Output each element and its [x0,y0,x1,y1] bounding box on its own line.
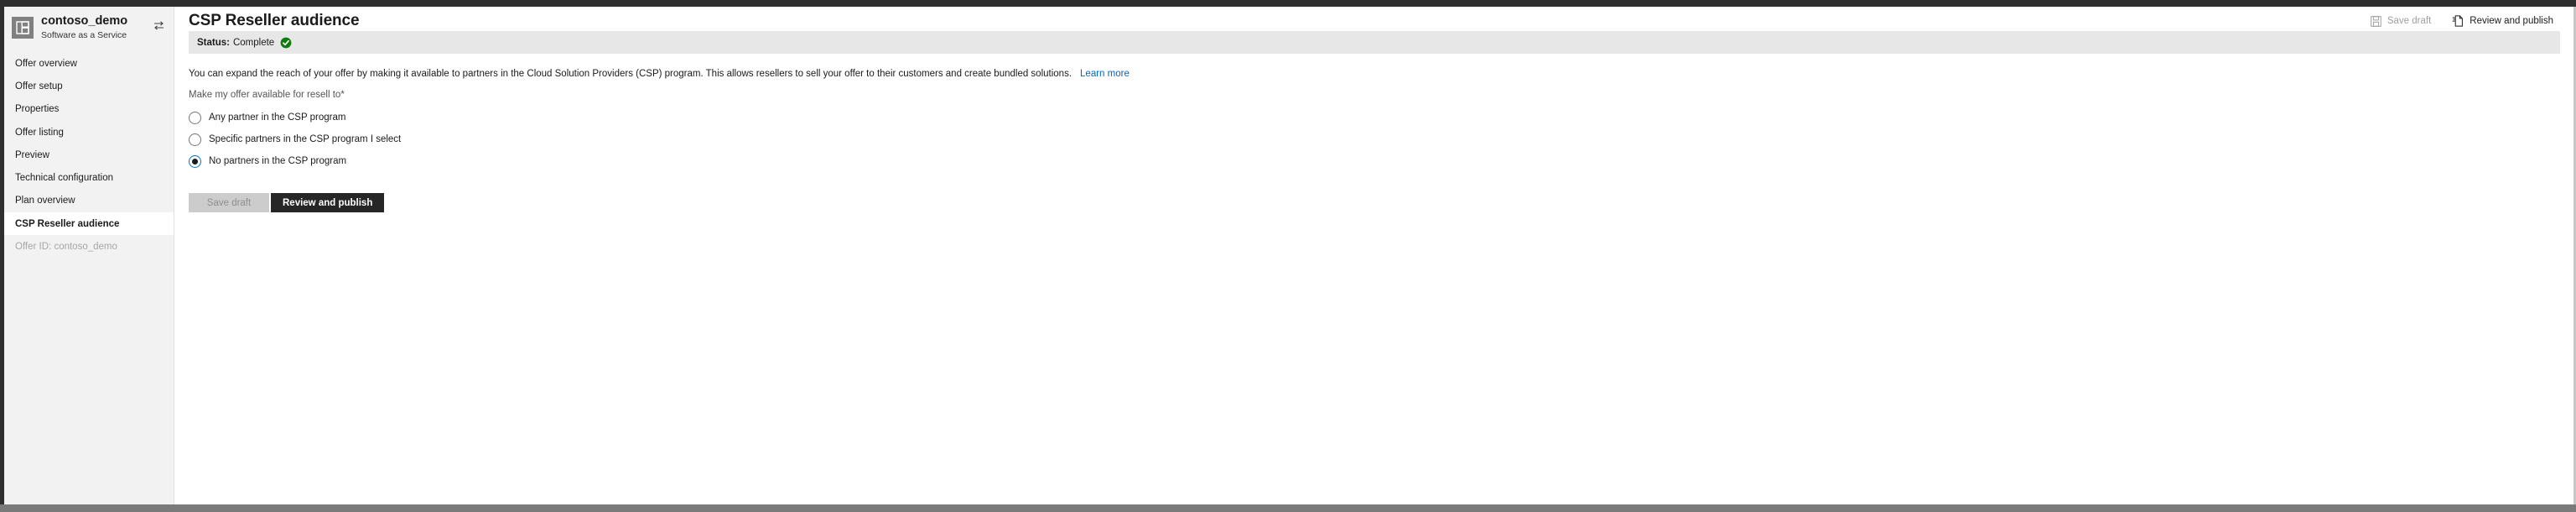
offer-meta: contoso_demo Software as a Service [41,14,153,41]
radio-any-partner[interactable]: Any partner in the CSP program [189,107,401,128]
sidebar-offer-id: Offer ID: contoso_demo [4,235,174,258]
learn-more-link[interactable]: Learn more [1080,69,1130,79]
sidebar-item-label: Offer listing [15,127,64,138]
sidebar-item-label: Properties [15,104,60,115]
footer-action-bar: Save draft Review and publish [189,193,385,212]
radio-circle-icon [189,133,201,146]
sidebar-item-label: Offer overview [15,58,77,69]
offer-sidebar: contoso_demo Software as a Service Offer… [4,7,174,504]
swap-arrows-icon[interactable] [153,20,165,31]
main-content: CSP Reseller audience Save draft Review … [175,7,2573,504]
sidebar-item-technical-configuration[interactable]: Technical configuration [4,166,174,189]
required-marker: * [340,90,345,100]
status-label: Status: [197,37,230,48]
status-bar: Status: Complete [189,31,2560,54]
sidebar-item-label: Preview [15,149,49,160]
radio-circle-icon [189,111,201,124]
resell-field-label: Make my offer available for resell to* [189,90,345,100]
header-action-bar: Save draft Review and publish [2371,15,2553,27]
sidebar-item-label: Offer setup [15,81,63,91]
save-draft-button[interactable]: Save draft [189,193,269,212]
offer-name: contoso_demo [41,14,128,28]
radio-any-partner-label: Any partner in the CSP program [209,112,346,123]
status-value: Complete [232,37,275,48]
grid-squares-icon [12,17,34,39]
description-text: You can expand the reach of your offer b… [189,69,1072,79]
offer-nav: Offer overview Offer setup Properties Of… [4,52,174,259]
radio-no-partners-label: No partners in the CSP program [209,156,347,166]
sidebar-item-label: Technical configuration [15,173,113,184]
sidebar-item-offer-listing[interactable]: Offer listing [4,121,174,144]
resell-audience-radio-group: Any partner in the CSP program Specific … [189,107,401,172]
review-and-publish-button[interactable]: Review and publish [271,193,385,212]
sidebar-item-offer-overview[interactable]: Offer overview [4,52,174,75]
sidebar-item-offer-setup[interactable]: Offer setup [4,75,174,97]
sidebar-item-label: Plan overview [15,196,75,206]
radio-specific-partners-label: Specific partners in the CSP program I s… [209,134,402,144]
marketplace-offer-page: contoso_demo Software as a Service Offer… [0,0,2576,512]
publish-page-icon [2452,15,2464,27]
radio-no-partners[interactable]: No partners in the CSP program [189,150,401,172]
offer-header: contoso_demo Software as a Service [4,7,174,50]
description-paragraph: You can expand the reach of your offer b… [189,68,1130,81]
green-check-circle-icon [280,37,292,49]
horizontal-scrollbar-thumb[interactable] [0,504,2576,512]
offer-type: Software as a Service [41,30,127,40]
sidebar-item-properties[interactable]: Properties [4,98,174,121]
header-save-draft-label: Save draft [2386,16,2432,26]
header-review-publish-button[interactable]: Review and publish [2452,15,2553,27]
horizontal-scrollbar[interactable] [0,504,2576,512]
radio-specific-partners[interactable]: Specific partners in the CSP program I s… [189,128,401,150]
resell-field-label-text: Make my offer available for resell to [189,90,341,100]
window-top-chrome [0,0,2576,7]
header-review-publish-label: Review and publish [2470,16,2553,26]
save-disk-icon [2371,15,2381,27]
sidebar-item-label: CSP Reseller audience [15,218,120,229]
sidebar-item-csp-reseller-audience[interactable]: CSP Reseller audience [4,212,174,236]
sidebar-offer-id-label: Offer ID: contoso_demo [15,242,117,253]
radio-circle-selected-icon [189,154,201,168]
page-title: CSP Reseller audience [189,12,360,29]
header-save-draft-button[interactable]: Save draft [2371,15,2432,27]
sidebar-item-plan-overview[interactable]: Plan overview [4,190,174,212]
sidebar-item-preview[interactable]: Preview [4,144,174,166]
